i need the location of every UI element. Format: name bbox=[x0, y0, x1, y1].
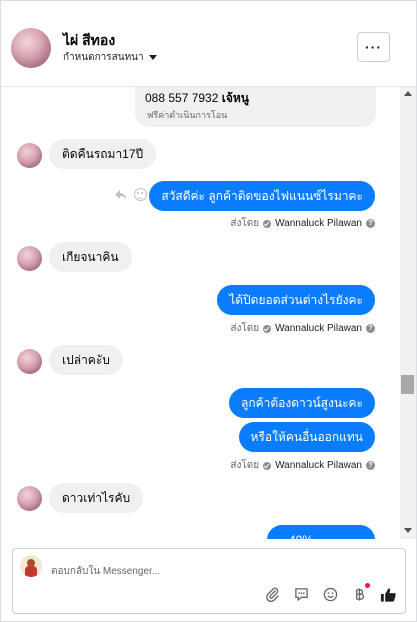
contact-avatar-small[interactable] bbox=[17, 143, 42, 168]
message-thread[interactable]: 088 557 7932 เจ้หนู ฟรีค่าดำเนินการโอน ต… bbox=[1, 87, 401, 539]
conversation-panel: ไผ่ สีทอง กำหนดการสนทนา ··· 088 557 7932… bbox=[0, 0, 417, 622]
sent-by-label: ส่งโดย Wannaluck Pilawan ? bbox=[230, 216, 375, 231]
outgoing-message[interactable]: หรือให้คนอื่นออกแทน bbox=[238, 422, 375, 452]
baht-icon[interactable] bbox=[351, 583, 370, 603]
more-options-button[interactable]: ··· bbox=[357, 32, 390, 62]
outgoing-message[interactable]: ลูกค้าต้องดาวน์สูงนะคะ bbox=[228, 388, 375, 418]
payment-info-card: 088 557 7932 เจ้หนู ฟรีค่าดำเนินการโอน bbox=[135, 87, 376, 127]
sent-by-agent: Wannaluck Pilawan bbox=[275, 460, 362, 471]
outgoing-message[interactable]: สวัสดีค่ะ ลูกค้าติดของไฟแนนซ์ไรมาคะ bbox=[149, 181, 375, 211]
sent-by-label: ส่งโดย Wannaluck Pilawan ? bbox=[230, 458, 375, 473]
incoming-message[interactable]: เปล่าคะับ bbox=[49, 345, 123, 375]
assign-label: กำหนดการสนทนา bbox=[63, 52, 144, 63]
incoming-message[interactable]: ดาวเท่าไรคับ bbox=[49, 483, 144, 513]
avatar-body bbox=[25, 566, 37, 577]
sent-by-agent: Wannaluck Pilawan bbox=[275, 218, 362, 229]
help-icon[interactable]: ? bbox=[366, 324, 375, 333]
sent-by-label: ส่งโดย Wannaluck Pilawan ? bbox=[230, 321, 375, 336]
check-circle-icon bbox=[263, 219, 272, 228]
caret-down-icon bbox=[148, 55, 157, 60]
scroll-down-icon[interactable] bbox=[404, 528, 412, 533]
contact-name[interactable]: ไผ่ สีทอง bbox=[63, 30, 115, 52]
contact-avatar[interactable] bbox=[11, 28, 51, 68]
assign-conversation-dropdown[interactable]: กำหนดการสนทนา bbox=[63, 50, 157, 65]
react-emoji-icon[interactable] bbox=[134, 188, 147, 201]
scroll-thumb[interactable] bbox=[401, 375, 414, 394]
message-actions bbox=[114, 188, 147, 201]
outgoing-message[interactable]: 40% bbox=[267, 525, 375, 539]
card-phone: 088 557 7932 เจ้หนู bbox=[145, 89, 249, 108]
outgoing-message[interactable]: ได้ปิดยอดส่วนต่างไรยังคะ bbox=[217, 285, 375, 315]
card-owner-name: เจ้หนู bbox=[221, 91, 249, 105]
sent-by-prefix: ส่งโดย bbox=[230, 218, 260, 229]
contact-avatar-small[interactable] bbox=[17, 486, 42, 511]
paperclip-icon[interactable] bbox=[264, 586, 281, 603]
conversation-header: ไผ่ สีทอง กำหนดการสนทนา ··· bbox=[1, 1, 416, 87]
contact-avatar-small[interactable] bbox=[17, 349, 42, 374]
composer-toolbar bbox=[264, 583, 397, 603]
card-note: ฟรีค่าดำเนินการโอน bbox=[147, 110, 228, 120]
check-circle-icon bbox=[263, 461, 272, 470]
check-circle-icon bbox=[263, 324, 272, 333]
thumbs-up-icon[interactable] bbox=[380, 586, 397, 603]
contact-avatar-small[interactable] bbox=[17, 246, 42, 271]
chat-bubble-icon[interactable] bbox=[293, 586, 310, 603]
notification-dot bbox=[365, 583, 370, 588]
thread-scrollbar[interactable] bbox=[400, 87, 416, 539]
sent-by-agent: Wannaluck Pilawan bbox=[275, 323, 362, 334]
help-icon[interactable]: ? bbox=[366, 219, 375, 228]
page-avatar bbox=[20, 555, 42, 577]
help-icon[interactable]: ? bbox=[366, 461, 375, 470]
reply-icon[interactable] bbox=[114, 189, 128, 201]
scroll-up-icon[interactable] bbox=[404, 91, 412, 96]
message-composer[interactable]: ตอบกลับใน Messenger... bbox=[12, 548, 406, 614]
card-phone-number: 088 557 7932 bbox=[145, 91, 219, 105]
incoming-message[interactable]: เกียจนาคิน bbox=[49, 242, 132, 272]
smiley-icon[interactable] bbox=[322, 586, 339, 603]
incoming-message[interactable]: ติดคืนรถมา17ปี bbox=[49, 139, 157, 169]
sent-by-prefix: ส่งโดย bbox=[230, 323, 260, 334]
reply-input[interactable]: ตอบกลับใน Messenger... bbox=[51, 564, 160, 579]
sent-by-prefix: ส่งโดย bbox=[230, 460, 260, 471]
